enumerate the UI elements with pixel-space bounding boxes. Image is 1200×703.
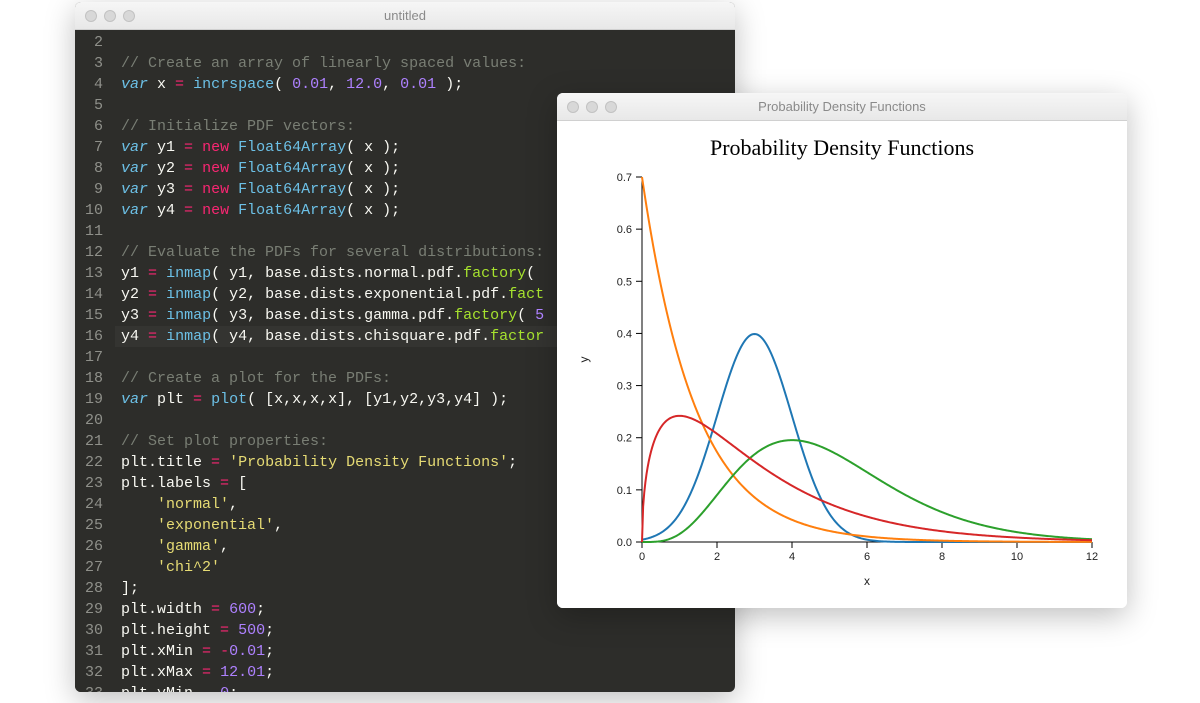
x-tick-label: 12 <box>1086 551 1098 563</box>
editor-title: untitled <box>75 8 735 23</box>
line-number: 9 <box>85 179 103 200</box>
code-line[interactable]: y3 = inmap( y3, base.dists.gamma.pdf.fac… <box>121 305 735 326</box>
line-number: 2 <box>85 32 103 53</box>
code-line[interactable]: y4 = inmap( y4, base.dists.chisquare.pdf… <box>121 326 735 347</box>
x-tick-label: 8 <box>939 551 945 563</box>
editor-window: untitled 2345678910111213141516171819202… <box>75 2 735 692</box>
code-line[interactable]: plt.title = 'Probability Density Functio… <box>121 452 735 473</box>
line-number: 4 <box>85 74 103 95</box>
code-line[interactable]: plt.width = 600; <box>121 599 735 620</box>
line-number: 21 <box>85 431 103 452</box>
x-tick-label: 10 <box>1011 551 1023 563</box>
line-number: 22 <box>85 452 103 473</box>
x-tick-label: 6 <box>864 551 870 563</box>
line-number: 29 <box>85 599 103 620</box>
code-line[interactable]: // Create a plot for the PDFs: <box>121 368 735 389</box>
line-number: 12 <box>85 242 103 263</box>
code-line[interactable]: var y4 = new Float64Array( x ); <box>121 200 735 221</box>
code-line[interactable] <box>121 95 735 116</box>
line-number: 27 <box>85 557 103 578</box>
code-line[interactable]: plt.labels = [ <box>121 473 735 494</box>
line-number: 30 <box>85 620 103 641</box>
code-line[interactable]: plt.height = 500; <box>121 620 735 641</box>
code-line[interactable]: 'normal', <box>121 494 735 515</box>
code-line[interactable]: plt.xMax = 12.01; <box>121 662 735 683</box>
line-number: 23 <box>85 473 103 494</box>
editor-body[interactable]: 2345678910111213141516171819202122232425… <box>75 30 735 692</box>
line-number: 7 <box>85 137 103 158</box>
code-line[interactable] <box>121 221 735 242</box>
x-tick-label: 4 <box>789 551 795 563</box>
code-line[interactable]: var plt = plot( [x,x,x,x], [y1,y2,y3,y4]… <box>121 389 735 410</box>
code-line[interactable]: y2 = inmap( y2, base.dists.exponential.p… <box>121 284 735 305</box>
line-number: 15 <box>85 305 103 326</box>
line-number: 20 <box>85 410 103 431</box>
code-line[interactable]: // Initialize PDF vectors: <box>121 116 735 137</box>
code-line[interactable]: var x = incrspace( 0.01, 12.0, 0.01 ); <box>121 74 735 95</box>
x-axis-label: x <box>864 574 870 588</box>
line-number: 13 <box>85 263 103 284</box>
code-line[interactable]: // Set plot properties: <box>121 431 735 452</box>
line-number: 10 <box>85 200 103 221</box>
code-line[interactable]: // Evaluate the PDFs for several distrib… <box>121 242 735 263</box>
line-number: 16 <box>85 326 103 347</box>
code-line[interactable] <box>121 347 735 368</box>
line-number: 8 <box>85 158 103 179</box>
code-line[interactable]: var y3 = new Float64Array( x ); <box>121 179 735 200</box>
line-number: 28 <box>85 578 103 599</box>
code-line[interactable]: var y1 = new Float64Array( x ); <box>121 137 735 158</box>
line-number-gutter: 2345678910111213141516171819202122232425… <box>75 30 115 692</box>
line-number: 14 <box>85 284 103 305</box>
line-number: 3 <box>85 53 103 74</box>
code-line[interactable]: plt.xMin = -0.01; <box>121 641 735 662</box>
line-number: 24 <box>85 494 103 515</box>
code-line[interactable]: y1 = inmap( y1, base.dists.normal.pdf.fa… <box>121 263 735 284</box>
line-number: 17 <box>85 347 103 368</box>
code-line[interactable] <box>121 410 735 431</box>
line-number: 11 <box>85 221 103 242</box>
code-line[interactable]: 'gamma', <box>121 536 735 557</box>
code-line[interactable] <box>121 32 735 53</box>
code-line[interactable]: 'chi^2' <box>121 557 735 578</box>
editor-titlebar[interactable]: untitled <box>75 2 735 30</box>
line-number: 33 <box>85 683 103 692</box>
line-number: 19 <box>85 389 103 410</box>
code-line[interactable]: var y2 = new Float64Array( x ); <box>121 158 735 179</box>
line-number: 5 <box>85 95 103 116</box>
line-number: 6 <box>85 116 103 137</box>
code-line[interactable]: ]; <box>121 578 735 599</box>
line-number: 26 <box>85 536 103 557</box>
line-number: 18 <box>85 368 103 389</box>
code-line[interactable]: // Create an array of linearly spaced va… <box>121 53 735 74</box>
code-area[interactable]: // Create an array of linearly spaced va… <box>115 30 735 692</box>
line-number: 31 <box>85 641 103 662</box>
code-line[interactable]: 'exponential', <box>121 515 735 536</box>
line-number: 25 <box>85 515 103 536</box>
line-number: 32 <box>85 662 103 683</box>
code-line[interactable]: plt yMin - 0; <box>121 683 735 692</box>
